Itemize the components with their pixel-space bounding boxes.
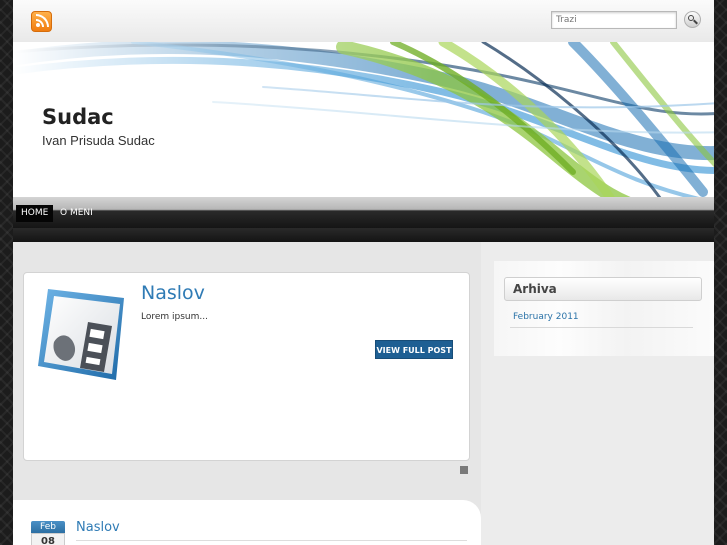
divider [510, 327, 693, 328]
post-title[interactable]: Naslov [76, 520, 120, 535]
slider-pager-dot[interactable] [460, 466, 468, 474]
header-banner-art [13, 42, 714, 197]
archive-link[interactable]: February 2011 [513, 312, 579, 322]
nav-shadow-bar [13, 228, 714, 242]
divider [76, 540, 467, 541]
image-placeholder-icon[interactable] [36, 284, 126, 384]
view-full-post-button[interactable]: VIEW FULL POST [375, 340, 453, 359]
date-day: 08 [31, 533, 65, 545]
sidebar-widget [494, 261, 714, 356]
nav-item-home[interactable]: HOME [16, 205, 54, 222]
top-bar [13, 0, 714, 42]
page-wrapper: Sudac Ivan Prisuda Sudac HOME O MENI Arh… [13, 0, 714, 545]
main-navigation: HOME O MENI [13, 197, 714, 228]
magnifier-icon[interactable] [684, 11, 701, 28]
site-description: Ivan Prisuda Sudac [42, 133, 155, 148]
featured-post-excerpt: Lorem ipsum... [141, 312, 208, 322]
featured-post-title[interactable]: Naslov [141, 282, 205, 304]
widget-title-arhiva: Arhiva [504, 277, 702, 301]
date-badge: Feb 08 [31, 521, 65, 545]
date-month: Feb [31, 521, 65, 533]
nav-item-o-meni[interactable]: O MENI [55, 205, 98, 222]
site-title[interactable]: Sudac [42, 105, 114, 129]
rss-feed-icon[interactable] [31, 11, 52, 32]
search-input[interactable] [551, 11, 677, 29]
site-header: Sudac Ivan Prisuda Sudac [13, 42, 714, 197]
